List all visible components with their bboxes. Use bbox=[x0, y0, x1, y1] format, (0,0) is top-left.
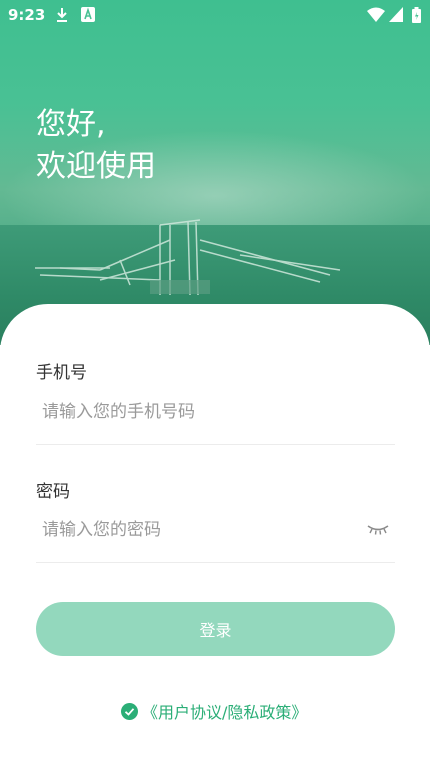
download-icon bbox=[57, 8, 67, 22]
android-a-icon bbox=[81, 7, 95, 22]
greeting: 您好, 欢迎使用 bbox=[36, 104, 156, 188]
battery-icon bbox=[412, 7, 421, 23]
phone-input[interactable] bbox=[36, 392, 400, 432]
password-input[interactable] bbox=[36, 510, 362, 550]
phone-label: 手机号 bbox=[36, 363, 87, 383]
agreement-link[interactable]: 《用户协议/隐私政策》 bbox=[142, 699, 307, 723]
mining-excavator-image bbox=[35, 219, 341, 296]
password-divider bbox=[36, 562, 395, 563]
greeting-line-hello: 您好, bbox=[36, 107, 106, 142]
password-label: 密码 bbox=[36, 482, 70, 502]
status-time: 9:23 bbox=[8, 6, 46, 24]
check-circle-icon[interactable] bbox=[121, 702, 138, 720]
status-bar: 9:23 bbox=[0, 0, 430, 30]
login-button[interactable]: 登录 bbox=[36, 602, 395, 656]
agreement-row[interactable]: 《用户协议/隐私政策》 bbox=[121, 700, 307, 722]
wifi-icon bbox=[367, 7, 385, 22]
greeting-line-welcome: 欢迎使用 bbox=[36, 149, 156, 184]
signal-icon bbox=[389, 7, 403, 22]
phone-divider bbox=[36, 444, 395, 445]
eye-closed-icon[interactable] bbox=[366, 520, 390, 538]
